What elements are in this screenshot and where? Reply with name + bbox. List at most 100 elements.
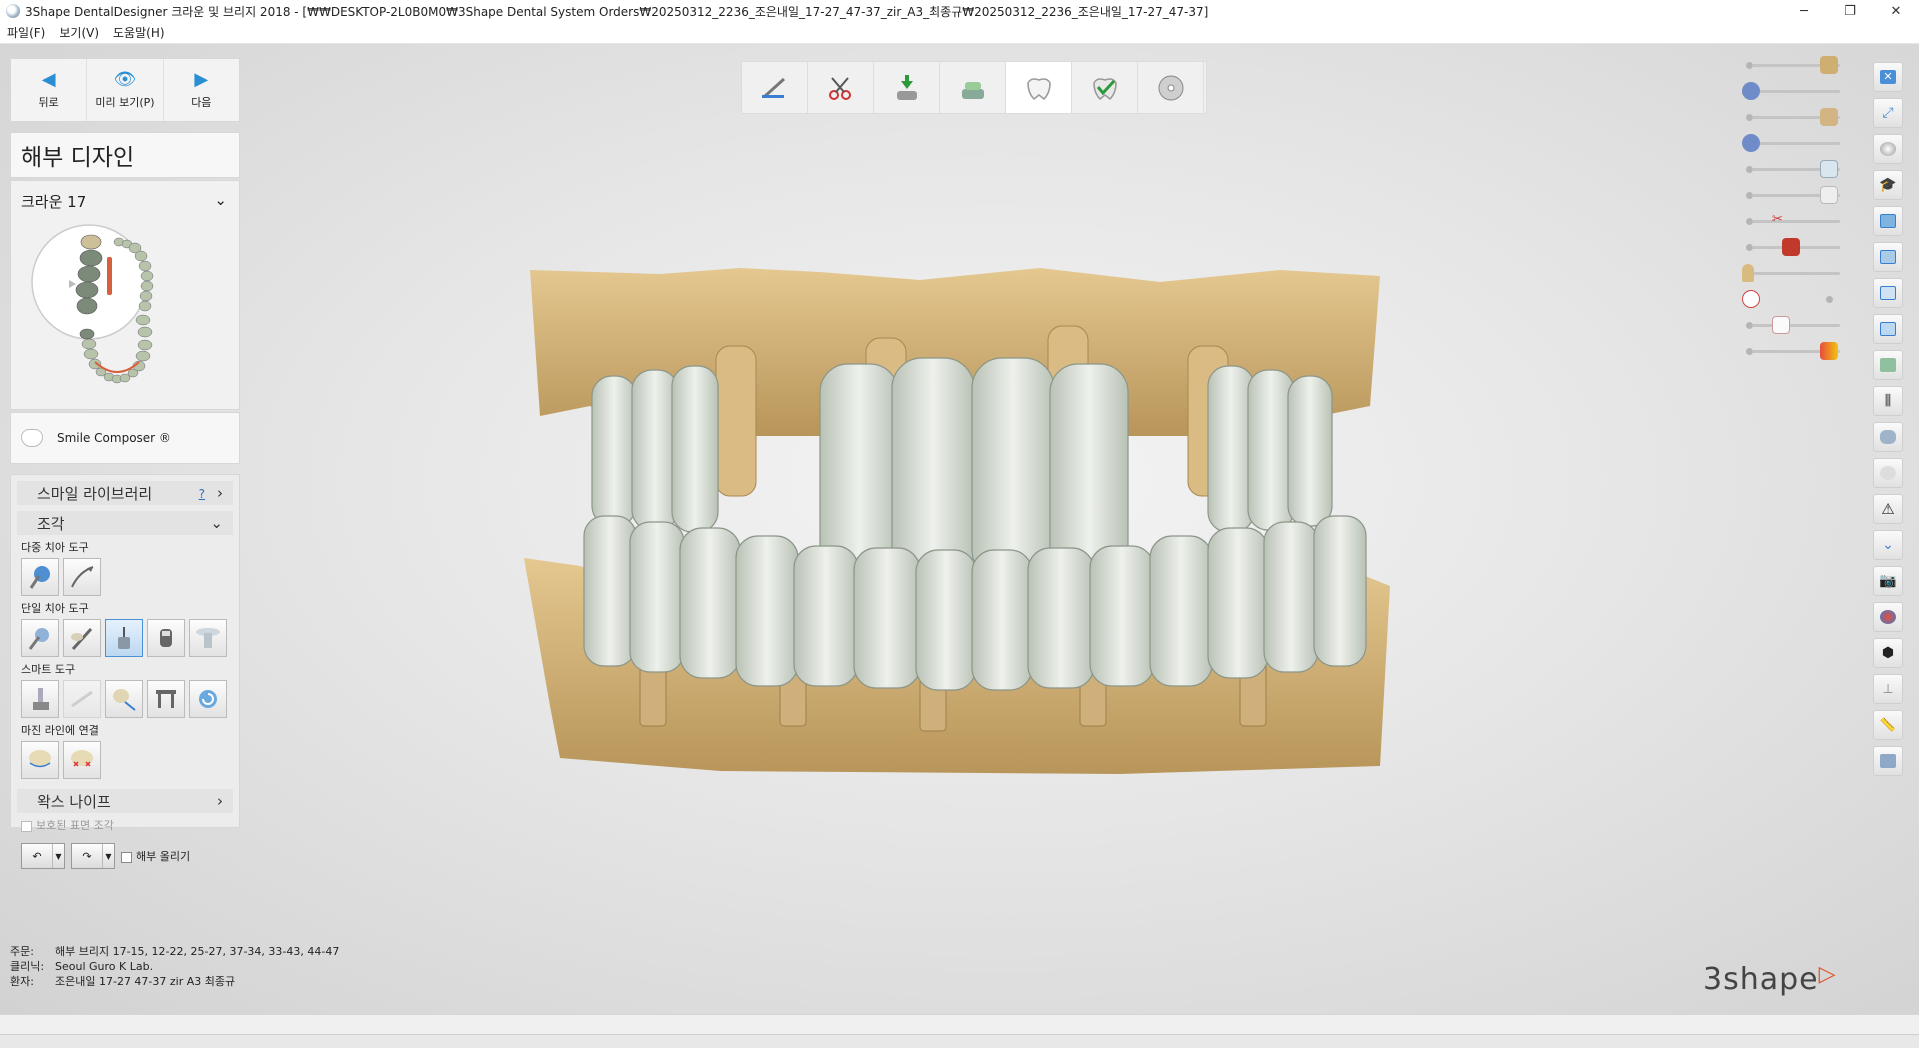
redo-button[interactable]: ↷ ▼ bbox=[71, 843, 115, 869]
lamp-icon[interactable] bbox=[1873, 350, 1903, 380]
connect-margin-button[interactable] bbox=[21, 741, 59, 779]
cylinder-icon[interactable] bbox=[1873, 422, 1903, 452]
menu-help[interactable]: 도움말(H) bbox=[106, 24, 172, 41]
smart-adjust-button[interactable] bbox=[21, 680, 59, 718]
slider-thumb[interactable] bbox=[1820, 108, 1838, 126]
fold-icon[interactable]: ⌄ bbox=[1873, 530, 1903, 560]
single-tooth-transform-button[interactable] bbox=[21, 619, 59, 657]
multi-tooth-curve-button[interactable] bbox=[63, 558, 101, 596]
restore-button[interactable]: ❐ bbox=[1827, 0, 1873, 22]
disconnect-margin-button[interactable] bbox=[63, 741, 101, 779]
smart-tools-label: 스마트 도구 bbox=[21, 663, 76, 676]
slider-thumb[interactable] bbox=[1820, 160, 1838, 178]
sculpt-header[interactable]: 조각 ⌄ bbox=[17, 511, 233, 535]
raise-anatomy-checkbox[interactable] bbox=[121, 851, 132, 863]
view-cross-icon[interactable] bbox=[1873, 314, 1903, 344]
workflow-step-scan[interactable] bbox=[742, 62, 808, 113]
close-button[interactable]: ✕ bbox=[1873, 0, 1919, 22]
wax-knife-header[interactable]: 왁스 나이프 › bbox=[17, 789, 233, 813]
view-side-icon[interactable] bbox=[1873, 242, 1903, 272]
menu-file[interactable]: 파일(F) bbox=[0, 24, 52, 41]
slider-post[interactable] bbox=[1742, 262, 1840, 284]
camera-icon[interactable]: 📷 bbox=[1873, 566, 1903, 596]
slider-upper-model[interactable] bbox=[1742, 54, 1840, 76]
lab-icon[interactable] bbox=[1873, 746, 1903, 776]
warning-icon[interactable]: ⚠ bbox=[1873, 494, 1903, 524]
crown-selector[interactable]: 크라운 17 ⌄ bbox=[11, 181, 239, 212]
slider-tooth-library[interactable] bbox=[1742, 314, 1840, 336]
slider-antagonist[interactable] bbox=[1742, 184, 1840, 206]
sphere-icon[interactable] bbox=[1873, 134, 1903, 164]
slider-thumb[interactable] bbox=[1742, 264, 1754, 282]
slider-lower-crowns[interactable] bbox=[1742, 132, 1840, 154]
cube-icon[interactable]: ⬢ bbox=[1873, 638, 1903, 668]
tooth-chart[interactable] bbox=[11, 212, 241, 407]
workflow-step-verify[interactable] bbox=[1072, 62, 1138, 113]
close-view-icon[interactable]: ✕ bbox=[1873, 62, 1903, 92]
slider-thumb[interactable] bbox=[1742, 134, 1760, 152]
workflow-step-anatomy[interactable] bbox=[1006, 62, 1072, 113]
smart-reset-button[interactable] bbox=[189, 680, 227, 718]
pin-icon[interactable]: ⟂ bbox=[1873, 674, 1903, 704]
cut-tool-button[interactable] bbox=[189, 619, 227, 657]
slider-thumb[interactable] bbox=[1782, 238, 1800, 256]
measure-icon[interactable]: 📏 bbox=[1873, 710, 1903, 740]
workflow-step-trim[interactable] bbox=[808, 62, 874, 113]
smile-library-header[interactable]: 스마일 라이브러리 ? › bbox=[17, 481, 233, 505]
slider-distance-map[interactable] bbox=[1742, 340, 1840, 362]
smooth-tool-button[interactable] bbox=[147, 619, 185, 657]
scissors-icon[interactable]: ✂ bbox=[1772, 212, 1790, 230]
morph-tool-button[interactable] bbox=[63, 619, 101, 657]
3d-viewport[interactable]: ◀ 뒤로 👁 미리 보기(P) ▶ 다음 해부 디자인 크라운 17 ⌄ Smi… bbox=[0, 44, 1919, 1014]
undo-button[interactable]: ↶ ▼ bbox=[21, 843, 65, 869]
help-link[interactable]: ? bbox=[199, 487, 205, 501]
fit-view-icon[interactable]: ⤢ bbox=[1873, 98, 1903, 128]
smart-contact-button[interactable] bbox=[63, 680, 101, 718]
tooth-chart-arch bbox=[31, 224, 154, 384]
slider-occlusion[interactable] bbox=[1742, 288, 1840, 310]
workflow-step-die[interactable] bbox=[940, 62, 1006, 113]
smart-fit-button[interactable] bbox=[105, 680, 143, 718]
dental-model-3d[interactable] bbox=[520, 266, 1410, 776]
smile-composer-button[interactable]: Smile Composer ® bbox=[10, 412, 240, 464]
next-button[interactable]: ▶ 다음 bbox=[164, 59, 239, 121]
view-top-icon[interactable] bbox=[1873, 278, 1903, 308]
check-tooth-icon bbox=[1092, 77, 1117, 100]
workflow-step-insertion[interactable] bbox=[874, 62, 940, 113]
slider-thumb[interactable] bbox=[1820, 342, 1838, 360]
slider-thumb[interactable] bbox=[1742, 82, 1760, 100]
clinic-value: Seoul Guro K Lab. bbox=[55, 960, 154, 973]
protected-surface-option[interactable]: 보호된 표면 조각 bbox=[21, 817, 239, 833]
slider-upper-crowns[interactable] bbox=[1742, 80, 1840, 102]
preview-button[interactable]: 👁 미리 보기(P) bbox=[87, 59, 164, 121]
patient-key: 환자: bbox=[10, 975, 34, 988]
reset-icon bbox=[199, 690, 217, 708]
undo-dropdown-icon[interactable]: ▼ bbox=[52, 844, 64, 868]
slider-thumb[interactable] bbox=[1820, 56, 1838, 74]
multi-tooth-transform-button[interactable] bbox=[21, 558, 59, 596]
slider-thumb[interactable] bbox=[1820, 186, 1838, 204]
workflow-step-save[interactable] bbox=[1138, 62, 1204, 113]
smart-connector-button[interactable] bbox=[147, 680, 185, 718]
slider-anatomy[interactable] bbox=[1742, 158, 1840, 180]
graduation-cap-icon[interactable]: 🎓 bbox=[1873, 170, 1903, 200]
smile-library-label: 스마일 라이브러리 bbox=[37, 484, 153, 503]
slider-cut[interactable]: ✂ bbox=[1742, 210, 1840, 232]
wax-tool-button[interactable] bbox=[105, 619, 143, 657]
table-icon[interactable]: ⫼ bbox=[1873, 386, 1903, 416]
redo-dropdown-icon[interactable]: ▼ bbox=[102, 844, 114, 868]
menu-view[interactable]: 보기(V) bbox=[52, 24, 106, 41]
workflow-toolbar bbox=[741, 61, 1207, 114]
margin-remove-icon bbox=[71, 750, 93, 767]
protected-surface-checkbox[interactable] bbox=[21, 820, 32, 832]
palette-icon[interactable] bbox=[1873, 602, 1903, 632]
view-front-icon[interactable] bbox=[1873, 206, 1903, 236]
raise-anatomy-option[interactable]: 해부 올리기 bbox=[121, 848, 190, 864]
slider-thumb[interactable] bbox=[1772, 316, 1790, 334]
minimize-button[interactable]: ─ bbox=[1781, 0, 1827, 22]
slider-thumb[interactable] bbox=[1742, 290, 1760, 308]
slider-gingiva[interactable] bbox=[1742, 236, 1840, 258]
slider-lower-model[interactable] bbox=[1742, 106, 1840, 128]
back-button[interactable]: ◀ 뒤로 bbox=[11, 59, 88, 121]
ghost-tooth-icon[interactable] bbox=[1873, 458, 1903, 488]
